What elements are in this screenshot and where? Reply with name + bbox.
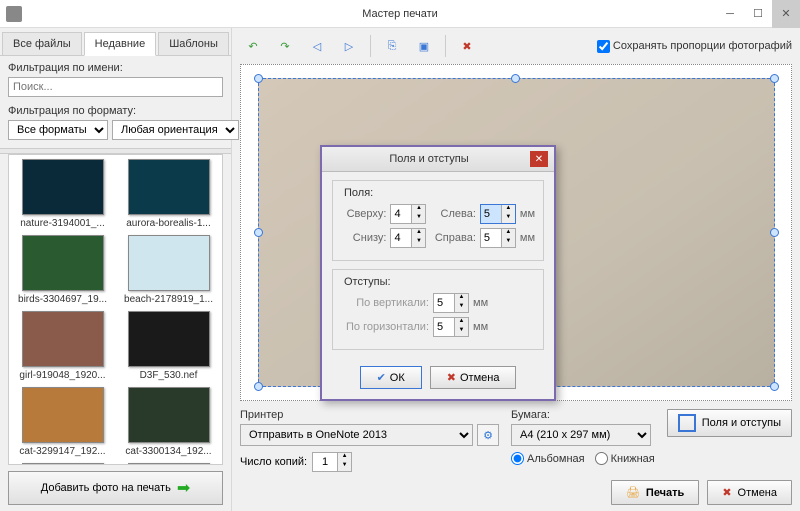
- tab-templates[interactable]: Шаблоны: [158, 32, 229, 55]
- copies-spinner[interactable]: ▲▼: [312, 452, 352, 472]
- resize-handle[interactable]: [254, 382, 263, 391]
- resize-handle[interactable]: [254, 228, 263, 237]
- resize-handle[interactable]: [254, 74, 263, 83]
- gaps-group-label: Отступы:: [341, 276, 394, 288]
- file-tabs: Все файлы Недавние Шаблоны: [0, 28, 231, 56]
- close-button[interactable]: ✕: [772, 0, 800, 28]
- thumb-item[interactable]: birds-3304697_19...: [14, 235, 112, 305]
- copies-input[interactable]: [313, 453, 337, 471]
- margins-button[interactable]: Поля и отступы: [667, 409, 792, 437]
- thumbnails-panel[interactable]: nature-3194001_... aurora-borealis-1... …: [8, 154, 223, 465]
- rotate-ccw-button[interactable]: ↶: [240, 34, 266, 58]
- add-photo-label: Добавить фото на печать: [41, 482, 171, 494]
- resize-handle[interactable]: [511, 74, 520, 83]
- fields-group-label: Поля:: [341, 187, 376, 199]
- thumb-item[interactable]: D3F_530.nef: [120, 311, 218, 381]
- maximize-button[interactable]: ☐: [744, 0, 772, 28]
- orientation-select[interactable]: Любая ориентация: [112, 120, 239, 140]
- format-select[interactable]: Все форматы: [8, 120, 108, 140]
- margin-right-spinner[interactable]: ▲▼: [480, 228, 516, 248]
- thumb-item[interactable]: aurora-borealis-1...: [120, 159, 218, 229]
- add-photo-button[interactable]: Добавить фото на печать ➡: [8, 471, 223, 505]
- resize-handle[interactable]: [770, 228, 779, 237]
- margin-left-spinner[interactable]: ▲▼: [480, 204, 516, 224]
- left-panel: Все файлы Недавние Шаблоны Фильтрация по…: [0, 28, 232, 511]
- filter-format-label: Фильтрация по формату:: [8, 105, 223, 117]
- tab-all-files[interactable]: Все файлы: [2, 32, 82, 55]
- cancel-icon: ✖: [447, 371, 456, 384]
- minimize-button[interactable]: ─: [716, 0, 744, 28]
- cancel-button[interactable]: ✖ Отмена: [707, 480, 792, 505]
- thumb-item[interactable]: cat-3300134_192...: [120, 387, 218, 457]
- print-button[interactable]: 🖨 Печать: [611, 480, 699, 505]
- flip-v-button[interactable]: ▷: [336, 34, 362, 58]
- check-icon: ✔: [377, 371, 386, 384]
- thumb-item[interactable]: beach-2178919_1...: [120, 235, 218, 305]
- dialog-ok-button[interactable]: ✔ОК: [360, 366, 422, 389]
- delete-button[interactable]: ✖: [454, 34, 480, 58]
- orientation-portrait[interactable]: Книжная: [595, 452, 655, 465]
- printer-settings-button[interactable]: ⚙: [477, 424, 499, 446]
- thumb-item[interactable]: cat-3299147_192...: [14, 387, 112, 457]
- app-icon: [6, 6, 22, 22]
- resize-handle[interactable]: [770, 74, 779, 83]
- printer-select[interactable]: Отправить в OneNote 2013: [240, 424, 473, 446]
- fit-button[interactable]: ▣: [411, 34, 437, 58]
- dialog-close-button[interactable]: ✕: [530, 151, 548, 167]
- margins-dialog: Поля и отступы ✕ Поля: Сверху: ▲▼ Слева:…: [320, 145, 556, 401]
- preserve-proportions[interactable]: Сохранять пропорции фотографий: [597, 40, 792, 53]
- preserve-checkbox[interactable]: [597, 40, 610, 53]
- toolbar: ↶ ↷ ◁ ▷ ⎘ ▣ ✖ Сохранять пропорции фотогр…: [240, 34, 792, 58]
- cancel-icon: ✖: [722, 486, 731, 499]
- printer-icon: 🖨: [626, 486, 640, 499]
- window-title: Мастер печати: [362, 8, 438, 20]
- thumb-item[interactable]: [120, 463, 218, 465]
- margin-bottom-spinner[interactable]: ▲▼: [390, 228, 426, 248]
- flip-h-button[interactable]: ◁: [304, 34, 330, 58]
- spin-down[interactable]: ▼: [337, 462, 351, 471]
- dialog-cancel-button[interactable]: ✖Отмена: [430, 366, 517, 389]
- titlebar: Мастер печати ─ ☐ ✕: [0, 0, 800, 28]
- paper-label: Бумага:: [511, 409, 655, 421]
- dialog-title: Поля и отступы: [328, 153, 530, 165]
- toolbar-separator: [370, 35, 371, 57]
- arrow-right-icon: ➡: [177, 478, 190, 498]
- rotate-cw-button[interactable]: ↷: [272, 34, 298, 58]
- resize-handle[interactable]: [770, 382, 779, 391]
- spin-up[interactable]: ▲: [337, 453, 351, 462]
- margins-icon: [678, 414, 696, 432]
- paper-select[interactable]: A4 (210 x 297 мм): [511, 424, 651, 446]
- printer-label: Принтер: [240, 409, 499, 421]
- orientation-landscape[interactable]: Альбомная: [511, 452, 585, 465]
- margin-top-spinner[interactable]: ▲▼: [390, 204, 426, 224]
- copies-label: Число копий:: [240, 456, 307, 468]
- gap-v-spinner[interactable]: ▲▼: [433, 293, 469, 313]
- search-input[interactable]: [8, 77, 223, 97]
- copy-button[interactable]: ⎘: [379, 34, 405, 58]
- filter-name-label: Фильтрация по имени:: [8, 62, 223, 74]
- thumb-item[interactable]: [14, 463, 112, 465]
- tab-recent[interactable]: Недавние: [84, 32, 157, 56]
- dialog-titlebar[interactable]: Поля и отступы ✕: [322, 147, 554, 172]
- thumb-item[interactable]: girl-919048_1920...: [14, 311, 112, 381]
- gap-h-spinner[interactable]: ▲▼: [433, 317, 469, 337]
- toolbar-separator: [445, 35, 446, 57]
- thumb-item[interactable]: nature-3194001_...: [14, 159, 112, 229]
